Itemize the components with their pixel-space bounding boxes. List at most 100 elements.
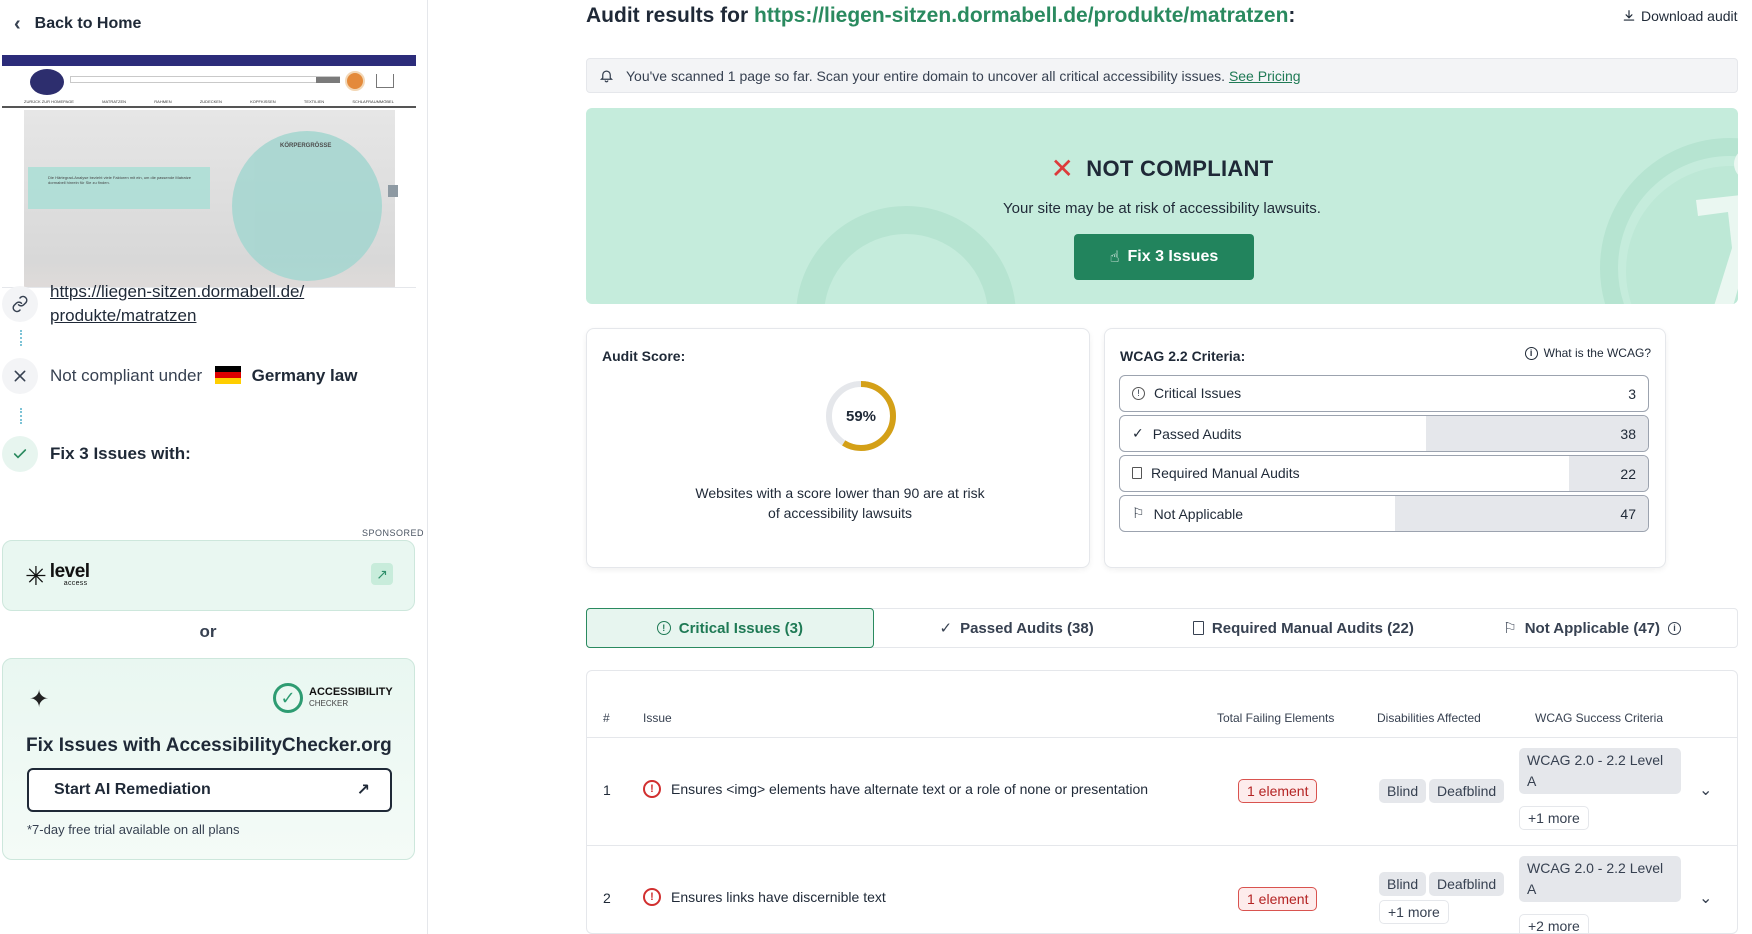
row-index: 2	[603, 890, 611, 906]
level-access-brand: level	[49, 561, 90, 582]
back-to-home-link[interactable]: ‹ Back to Home	[14, 14, 141, 34]
level-access-card[interactable]: ✳ level access ↗	[2, 540, 415, 611]
sponsored-label: SPONSORED	[362, 528, 425, 538]
disability-more-button[interactable]: +1 more	[1379, 900, 1449, 924]
issue-text: Ensures <img> elements have alternate te…	[671, 781, 1149, 797]
external-link-icon[interactable]: ↗	[371, 563, 393, 585]
criteria-count: 38	[1620, 426, 1636, 442]
preview-info-box: Die Härtegrad-Analyse bezieht viele Fakt…	[28, 167, 210, 209]
score-note: Websites with a score lower than 90 are …	[647, 483, 1033, 523]
criteria-label: Critical Issues	[1154, 385, 1242, 401]
tab-label: Passed Audits (38)	[960, 619, 1094, 637]
tab-passed-audits[interactable]: ✓ Passed Audits (38)	[874, 609, 1160, 647]
disability-chip: Deafblind	[1429, 779, 1505, 803]
pointer-hand-icon: ☝	[1109, 249, 1120, 266]
tab-critical-issues[interactable]: ! Critical Issues (3)	[586, 608, 874, 648]
title-suffix: :	[1288, 4, 1296, 27]
trial-note: *7-day free trial available on all plans	[27, 822, 240, 837]
check-icon: ✓	[939, 620, 953, 637]
wcag-chip: WCAG 2.0 - 2.2 Level A	[1519, 748, 1681, 794]
red-x-icon: ✕	[1050, 153, 1075, 184]
fix-issues-button[interactable]: ☝ Fix 3 Issues	[1074, 234, 1254, 280]
score-value: 59%	[846, 408, 876, 425]
asterisk-icon: ✳	[25, 561, 47, 591]
check-icon: ✓	[1132, 425, 1144, 441]
criteria-count: 22	[1620, 466, 1636, 482]
column-header: #	[603, 711, 610, 725]
disability-chip: Blind	[1379, 872, 1427, 896]
audited-url-line2[interactable]: produkte/matratzen	[50, 304, 304, 328]
info-icon: i	[1668, 621, 1681, 635]
table-row[interactable]: 1 ! Ensures <img> elements have alternat…	[587, 738, 1737, 846]
table-row[interactable]: 2 ! Ensures links have discernible text …	[587, 846, 1737, 933]
link-icon	[2, 286, 38, 322]
step-connector	[20, 330, 22, 346]
not-compliant-label: Not compliant under	[50, 366, 203, 385]
download-label: Download audit	[1641, 8, 1738, 24]
wcag-chip: WCAG 2.0 - 2.2 Level A	[1519, 856, 1681, 902]
criteria-fill	[1426, 416, 1648, 451]
criteria-row-critical[interactable]: ! Critical Issues 3	[1119, 375, 1649, 412]
preview-info-text: Die Härtegrad-Analyse bezieht viele Fakt…	[48, 175, 191, 185]
step-connector	[20, 408, 22, 424]
wcag-title: WCAG 2.2 Criteria:	[1120, 348, 1246, 364]
step-fix: Fix 3 Issues with:	[2, 436, 191, 472]
audit-score-card: Audit Score: 59% Websites with a score l…	[586, 328, 1090, 568]
column-header: Issue	[643, 711, 672, 725]
start-ai-remediation-button[interactable]: Start AI Remediation ↗	[27, 768, 392, 812]
issues-table: # Issue Total Failing Elements Disabilit…	[586, 670, 1738, 934]
audit-score-title: Audit Score:	[602, 348, 686, 364]
flag-icon: ⚐	[1503, 620, 1517, 637]
level-access-sub: access	[63, 580, 88, 587]
banner-text: You've scanned 1 page so far. Scan your …	[626, 67, 1226, 84]
sidebar: ‹ Back to Home ZURÜCK ZUR HOMEPAGE MATRA…	[0, 0, 428, 934]
ac-button-label: Start AI Remediation	[54, 781, 211, 798]
wcag-help-label: What is the WCAG?	[1543, 346, 1651, 360]
criteria-row-manual[interactable]: Required Manual Audits 22	[1119, 455, 1649, 492]
failing-elements-badge: 1 element	[1238, 887, 1318, 911]
criteria-row-passed[interactable]: ✓ Passed Audits 38	[1119, 415, 1649, 452]
chevron-left-icon: ‹	[14, 13, 21, 35]
level-access-logo: ✳ level access	[25, 561, 90, 591]
download-icon	[1623, 10, 1635, 21]
title-url[interactable]: https://liegen-sitzen.dormabell.de/produ…	[754, 4, 1288, 27]
wcag-criteria-card: WCAG 2.2 Criteria: i What is the WCAG? !…	[1104, 328, 1666, 568]
score-note-line2: of accessibility lawsuits	[768, 505, 912, 521]
chevron-down-icon[interactable]: ⌄	[1699, 780, 1712, 800]
compliance-subtitle: Your site may be at risk of accessibilit…	[1003, 200, 1321, 217]
preview-search-button	[316, 77, 340, 83]
download-audit-button[interactable]: Download audit	[1622, 8, 1738, 24]
wcag-more-button[interactable]: +2 more	[1519, 914, 1589, 933]
ac-brand-line2: CHECKER	[309, 699, 349, 708]
main-content: Audit results for https://liegen-sitzen.…	[428, 0, 1752, 934]
criteria-row-not-applicable[interactable]: ⚐ Not Applicable 47	[1119, 495, 1649, 532]
flag-icon: ⚐	[1132, 505, 1145, 521]
step-url: https://liegen-sitzen.dormabell.de/ prod…	[2, 280, 304, 328]
chevron-down-icon[interactable]: ⌄	[1699, 888, 1712, 908]
page-title: Audit results for https://liegen-sitzen.…	[586, 4, 1295, 28]
criteria-fill	[1568, 456, 1648, 491]
compliance-heading: ✕ NOT COMPLIANT	[586, 152, 1738, 185]
fix-title: Fix 3 Issues with:	[50, 444, 191, 463]
what-is-wcag-link[interactable]: i What is the WCAG?	[1524, 346, 1651, 360]
document-icon	[1132, 467, 1142, 479]
tab-not-applicable[interactable]: ⚐ Not Applicable (47) i	[1447, 609, 1737, 647]
audited-url-line1[interactable]: https://liegen-sitzen.dormabell.de/	[50, 280, 304, 304]
preview-arrow	[388, 185, 398, 197]
alert-circle-icon: !	[656, 621, 671, 635]
compliance-status-panel: ✕ NOT COMPLIANT Your site may be at risk …	[586, 108, 1738, 304]
score-note-line1: Websites with a score lower than 90 are …	[695, 485, 985, 501]
row-index: 1	[603, 782, 611, 798]
wcag-more-button[interactable]: +1 more	[1519, 806, 1589, 830]
results-tabs: ! Critical Issues (3) ✓ Passed Audits (3…	[586, 608, 1738, 648]
close-icon	[2, 358, 38, 394]
preview-logo	[30, 69, 64, 95]
tab-label: Critical Issues (3)	[678, 619, 803, 637]
criteria-count: 3	[1628, 386, 1636, 402]
preview-circle: KÖRPERGRÖSSE	[232, 131, 382, 281]
disability-chip: Blind	[1379, 779, 1427, 803]
see-pricing-link[interactable]: See Pricing	[1229, 68, 1301, 84]
tab-required-manual-audits[interactable]: Required Manual Audits (22)	[1160, 609, 1448, 647]
criteria-label: Not Applicable	[1153, 505, 1244, 522]
failing-elements-badge: 1 element	[1238, 779, 1318, 803]
